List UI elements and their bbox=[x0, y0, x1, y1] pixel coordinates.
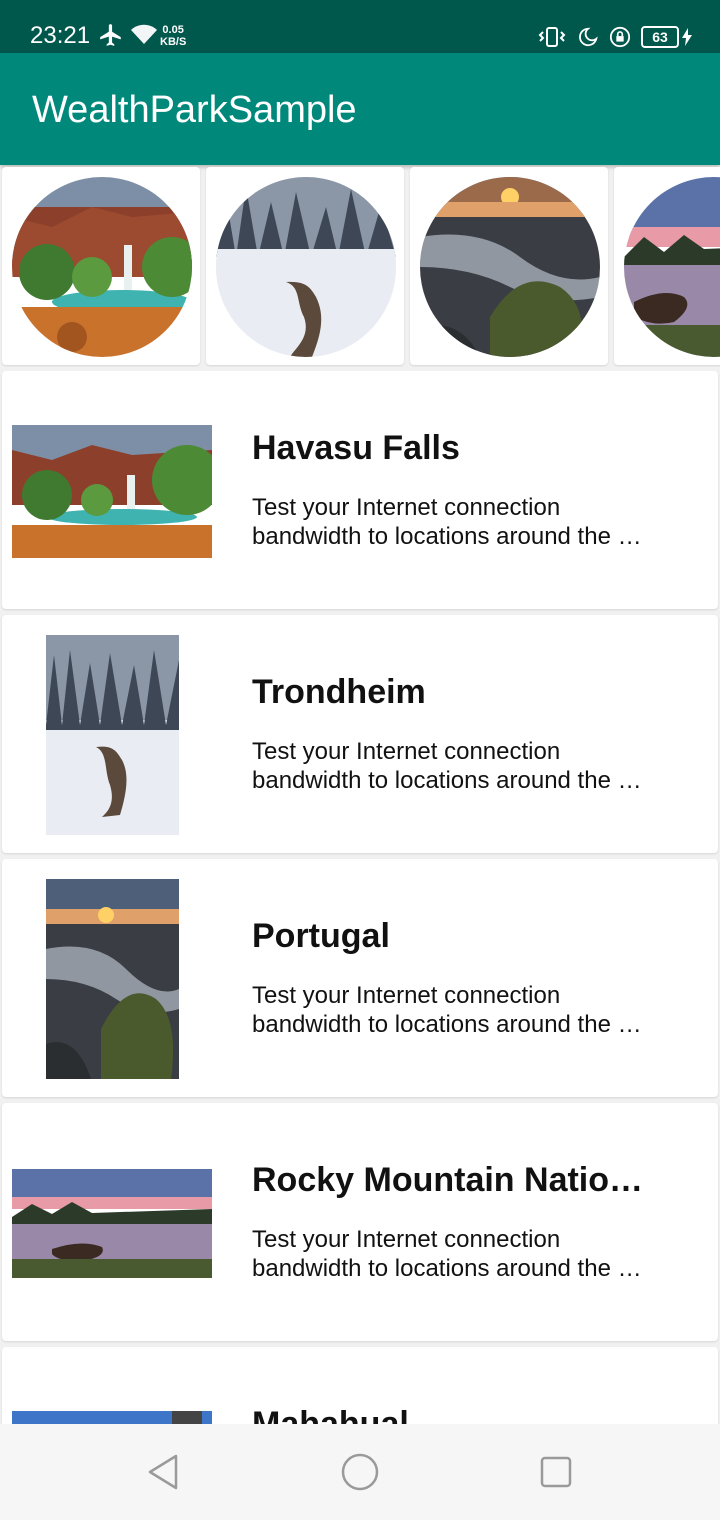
item-description-line: Test your Internet connection bbox=[252, 494, 561, 521]
network-speed-unit: KB/S bbox=[160, 36, 187, 48]
battery-indicator: 63 bbox=[641, 26, 692, 48]
item-description-line: Test your Internet connection bbox=[252, 982, 561, 1009]
item-description-line: bandwidth to locations around the … bbox=[252, 523, 642, 550]
carousel-item-rocky-mountain[interactable] bbox=[614, 167, 720, 365]
list-item[interactable]: Mahahual bbox=[2, 1347, 718, 1424]
item-description: Test your Internet connection bandwidth … bbox=[252, 981, 657, 1039]
battery-icon: 63 bbox=[641, 26, 679, 48]
trondheim-photo bbox=[216, 177, 396, 357]
system-nav-bar bbox=[0, 1424, 720, 1520]
item-description-line: bandwidth to locations around the … bbox=[252, 1011, 642, 1038]
list-item[interactable]: Havasu Falls Test your Internet connecti… bbox=[2, 371, 718, 609]
havasu-falls-photo bbox=[12, 425, 212, 558]
app-title: WealthParkSample bbox=[32, 89, 357, 131]
home-icon[interactable] bbox=[338, 1450, 382, 1494]
item-title: Trondheim bbox=[252, 673, 426, 711]
moon-icon bbox=[579, 27, 598, 47]
list-item[interactable]: Rocky Mountain Nation… Test your Interne… bbox=[2, 1103, 718, 1341]
app-bar: WealthParkSample bbox=[0, 53, 720, 165]
charging-icon bbox=[682, 28, 692, 46]
item-description-line: Test your Internet connection bbox=[252, 738, 561, 765]
status-time: 23:21 bbox=[30, 22, 91, 49]
item-title: Havasu Falls bbox=[252, 429, 460, 467]
wifi-icon bbox=[131, 24, 157, 44]
item-description: Test your Internet connection bandwidth … bbox=[252, 737, 657, 795]
havasu-falls-photo bbox=[12, 177, 192, 357]
image-carousel[interactable] bbox=[0, 167, 720, 367]
vibrate-icon bbox=[538, 27, 566, 47]
item-description: Test your Internet connection bandwidth … bbox=[252, 1225, 657, 1283]
carousel-item-portugal[interactable] bbox=[410, 167, 608, 365]
lock-rotation-icon bbox=[609, 26, 631, 48]
rocky-mountain-photo bbox=[624, 177, 720, 357]
item-title: Rocky Mountain Nation… bbox=[252, 1161, 657, 1199]
airplane-icon bbox=[100, 24, 121, 46]
location-list[interactable]: Havasu Falls Test your Internet connecti… bbox=[0, 371, 720, 1424]
carousel-item-trondheim[interactable] bbox=[206, 167, 404, 365]
portugal-photo bbox=[46, 879, 179, 1079]
status-bar: 23:21 0.05 KB/S 63 bbox=[0, 0, 720, 53]
trondheim-photo bbox=[46, 635, 179, 835]
rocky-mountain-photo bbox=[12, 1169, 212, 1278]
item-description: Test your Internet connection bandwidth … bbox=[252, 493, 657, 551]
network-speed: 0.05 KB/S bbox=[160, 24, 186, 48]
item-description-line: bandwidth to locations around the … bbox=[252, 767, 642, 794]
item-description-line: Test your Internet connection bbox=[252, 1226, 561, 1253]
portugal-photo bbox=[420, 177, 600, 357]
list-item[interactable]: Portugal Test your Internet connection b… bbox=[2, 859, 718, 1097]
item-description-line: bandwidth to locations around the … bbox=[252, 1255, 642, 1282]
back-icon[interactable] bbox=[142, 1450, 186, 1494]
network-speed-value: 0.05 bbox=[162, 24, 184, 36]
mahahual-photo bbox=[12, 1411, 212, 1424]
recents-icon[interactable] bbox=[534, 1450, 578, 1494]
carousel-item-havasu-falls[interactable] bbox=[2, 167, 200, 365]
list-item[interactable]: Trondheim Test your Internet connection … bbox=[2, 615, 718, 853]
item-title: Mahahual bbox=[252, 1405, 409, 1424]
item-title: Portugal bbox=[252, 917, 390, 955]
